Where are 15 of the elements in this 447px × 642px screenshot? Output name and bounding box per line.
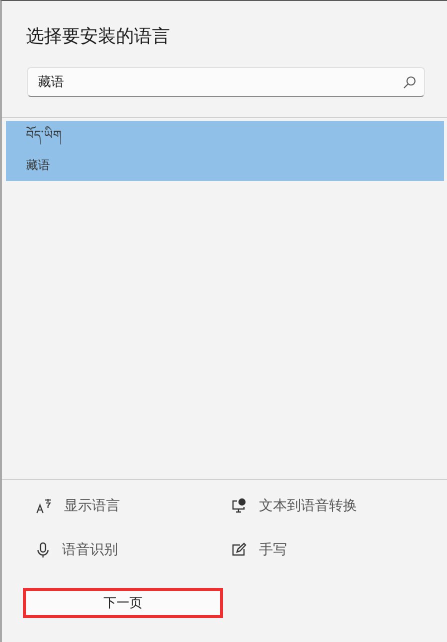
feature-label: 手写 <box>259 541 287 559</box>
pen-icon <box>231 542 247 558</box>
dialog-title: 选择要安装的语言 <box>26 25 171 49</box>
feature-label: 文本到语音转换 <box>259 497 357 515</box>
language-name: 藏语 <box>26 157 51 174</box>
language-list-item[interactable]: བོད་ཡིག 藏语 <box>6 121 444 181</box>
search-icon <box>403 76 416 89</box>
feature-label: 显示语言 <box>64 497 120 515</box>
native-language-name: བོད་ཡིག <box>26 125 444 145</box>
search-field[interactable]: 藏语 <box>27 67 425 97</box>
feature-label: 语音识别 <box>62 541 118 559</box>
microphone-icon <box>36 542 50 558</box>
next-button[interactable]: 下一页 <box>23 588 223 618</box>
monitor-speech-icon <box>231 498 247 514</box>
language-icon <box>36 498 52 514</box>
